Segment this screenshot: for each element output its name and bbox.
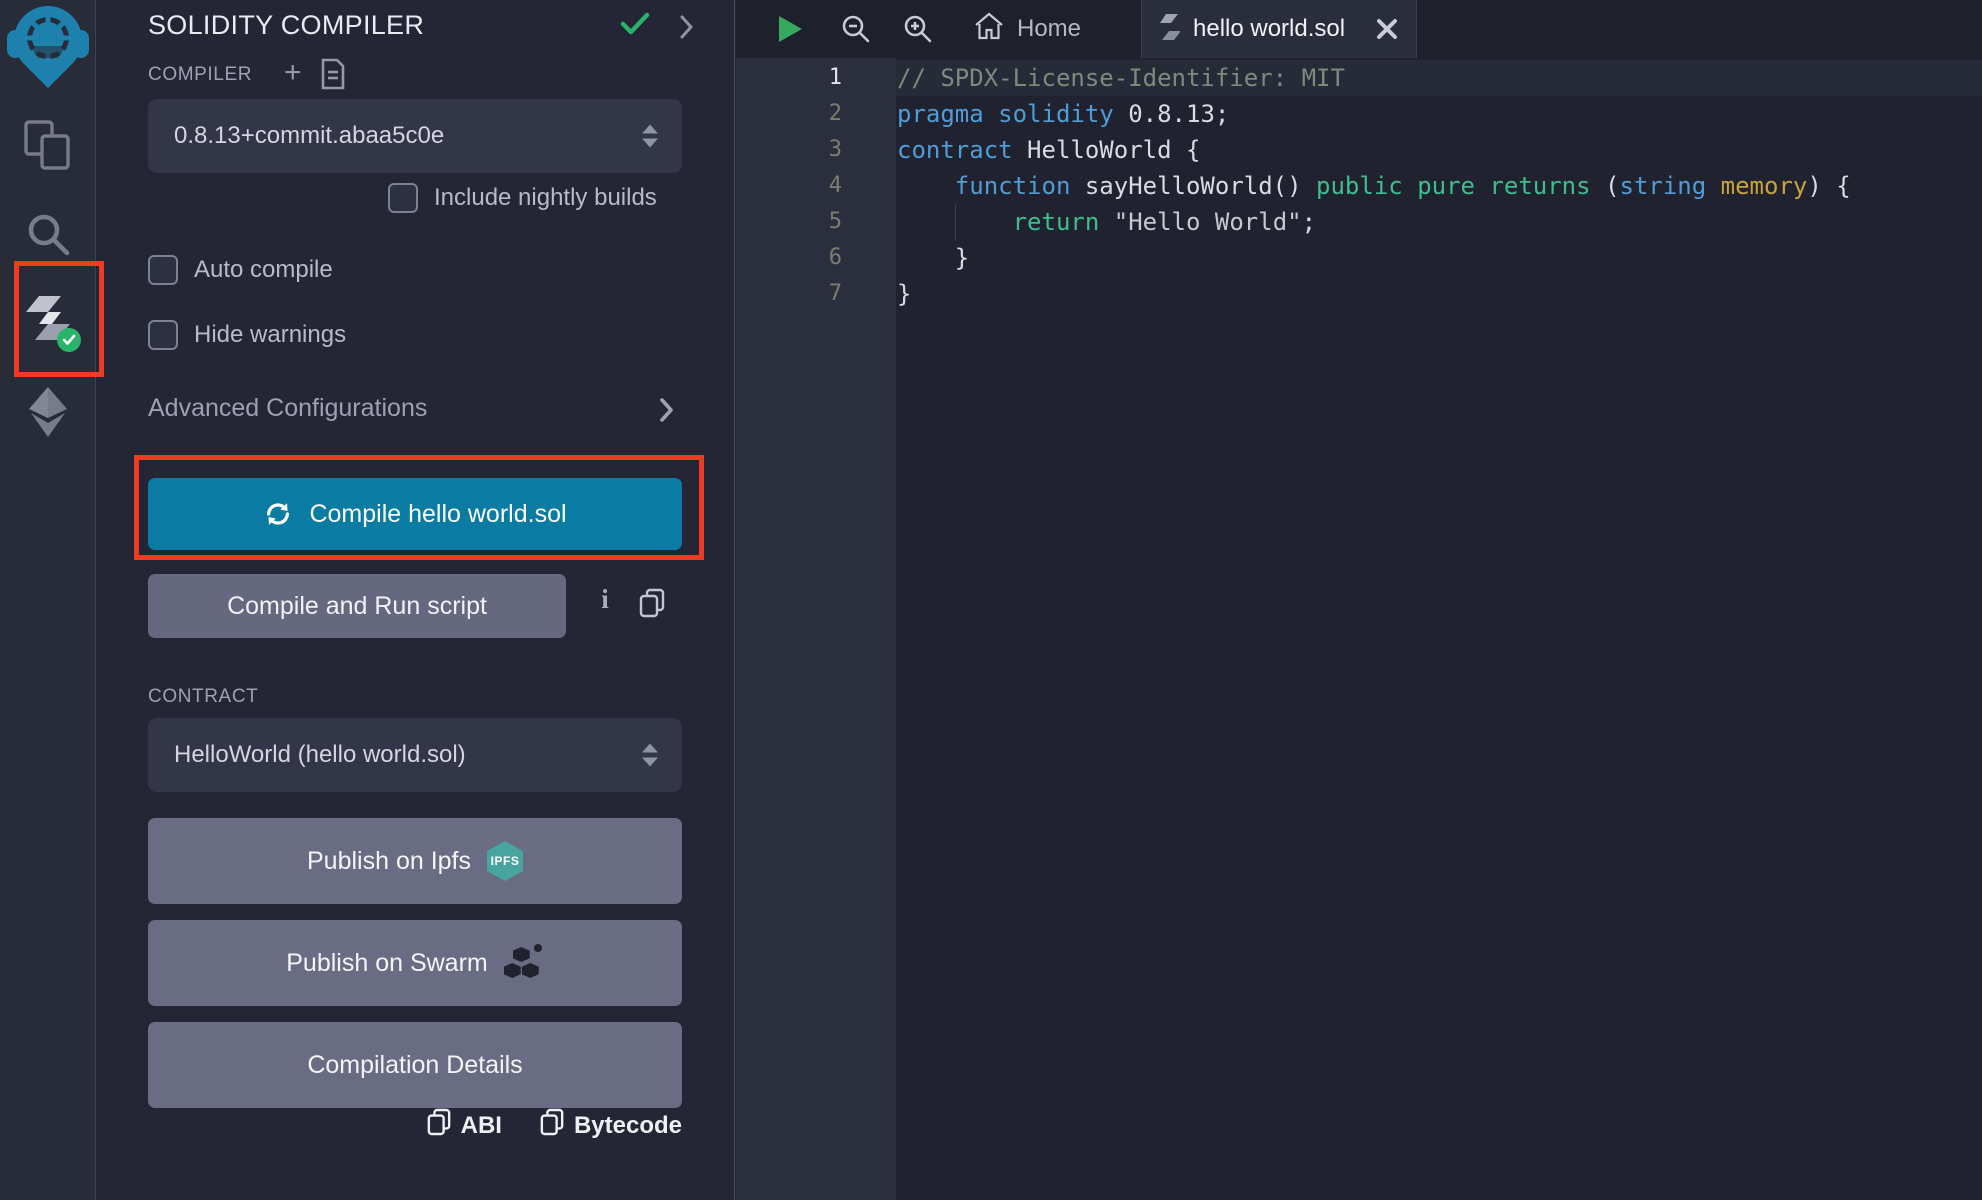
zoom-in-button[interactable] (902, 0, 934, 58)
code-line: 1 // SPDX-License-Identifier: MIT (736, 60, 1982, 96)
hide-warnings-label: Hide warnings (194, 321, 346, 349)
code-editor[interactable]: 1 // SPDX-License-Identifier: MIT 2 pragma … (736, 58, 1982, 1200)
tab-close-icon[interactable] (1376, 18, 1398, 40)
line-number: 4 (736, 168, 842, 204)
compiler-doc-icon[interactable] (320, 58, 346, 95)
compile-success-check-icon (620, 12, 650, 41)
advanced-configurations-toggle[interactable]: Advanced Configurations (148, 394, 682, 423)
code-text: function sayHelloWorld() public pure ret… (897, 168, 1851, 204)
code-line: 4 function sayHelloWorld() public pure r… (736, 168, 1982, 204)
compiler-version-value: 0.8.13+commit.abaa5c0e (174, 122, 444, 150)
annotation-box-compile-button (134, 455, 704, 560)
compile-and-run-label: Compile and Run script (227, 592, 487, 620)
include-nightly-builds-checkbox-row[interactable]: Include nightly builds (388, 183, 657, 213)
sidebar-item-search[interactable] (0, 206, 95, 266)
line-number: 5 (736, 204, 842, 240)
hide-warnings-checkbox[interactable] (148, 320, 178, 350)
solidity-file-icon (1160, 13, 1180, 46)
editor-area: Home hello world.sol (736, 0, 1982, 1200)
code-line: 6 } (736, 240, 1982, 276)
bytecode-label: Bytecode (574, 1112, 682, 1140)
code-text: } (897, 276, 911, 312)
info-icon[interactable]: i (596, 584, 614, 615)
icon-sidebar (0, 0, 96, 1200)
add-compiler-icon[interactable]: + (284, 58, 302, 88)
code-text: } (897, 240, 969, 276)
code-text: pragma solidity 0.8.13; (897, 96, 1229, 132)
sidebar-item-deploy-run[interactable] (0, 384, 95, 444)
publish-swarm-button[interactable]: Publish on Swarm (148, 920, 682, 1006)
auto-compile-checkbox-row[interactable]: Auto compile (148, 255, 333, 285)
editor-tabbar: Home hello world.sol (736, 0, 1982, 58)
remix-ide-window: SOLIDITY COMPILER COMPILER + 0.8.13+comm… (0, 0, 1982, 1200)
copy-artifacts-row: ABI Bytecode (148, 1108, 682, 1143)
code-line: 2 pragma solidity 0.8.13; (736, 96, 1982, 132)
code-line: 7} (736, 276, 1982, 312)
advanced-configurations-label: Advanced Configurations (148, 394, 427, 422)
compile-and-run-button[interactable]: Compile and Run script (148, 574, 566, 638)
compiler-version-select[interactable]: 0.8.13+commit.abaa5c0e (148, 99, 682, 173)
copy-abi-button[interactable]: ABI (427, 1108, 502, 1143)
contract-select-value: HelloWorld (hello world.sol) (174, 741, 466, 769)
copy-bytecode-button[interactable]: Bytecode (540, 1108, 682, 1143)
panel-collapse-chevron-icon[interactable] (680, 15, 694, 44)
hide-warnings-checkbox-row[interactable]: Hide warnings (148, 320, 346, 350)
line-number: 3 (736, 132, 842, 168)
search-icon (23, 209, 73, 264)
files-icon (23, 119, 73, 178)
compilation-details-label: Compilation Details (307, 1051, 522, 1080)
line-number: 1 (736, 60, 842, 96)
auto-compile-checkbox[interactable] (148, 255, 178, 285)
publish-swarm-label: Publish on Swarm (286, 949, 487, 978)
abi-label: ABI (461, 1112, 502, 1140)
compilation-details-button[interactable]: Compilation Details (148, 1022, 682, 1108)
copy-script-icon[interactable] (639, 588, 665, 623)
ipfs-icon: IPFS (487, 841, 523, 881)
contract-select[interactable]: HelloWorld (hello world.sol) (148, 718, 682, 792)
auto-compile-label: Auto compile (194, 256, 333, 284)
copy-icon (427, 1108, 451, 1143)
code-text: // SPDX-License-Identifier: MIT (897, 60, 1345, 96)
advanced-expand-chevron-icon (659, 397, 674, 428)
line-number: 2 (736, 96, 842, 132)
tab-home[interactable]: Home (962, 0, 1093, 58)
copy-icon (540, 1108, 564, 1143)
compiler-section-label: COMPILER (148, 64, 252, 86)
select-arrows-icon (642, 744, 658, 767)
tab-file-label: hello world.sol (1193, 15, 1345, 43)
contract-section-label: CONTRACT (148, 686, 258, 708)
select-arrows-icon (642, 125, 658, 148)
code-line: 3 contract HelloWorld { (736, 132, 1982, 168)
line-number: 7 (736, 276, 842, 312)
nightly-builds-label: Include nightly builds (434, 184, 657, 212)
sidebar-item-file-explorer[interactable] (0, 118, 95, 178)
remix-logo-icon (7, 2, 89, 88)
solidity-compiler-panel: SOLIDITY COMPILER COMPILER + 0.8.13+comm… (96, 0, 735, 1200)
annotation-box-compiler-icon (14, 261, 104, 377)
line-number: 6 (736, 240, 842, 276)
publish-ipfs-label: Publish on Ipfs (307, 847, 471, 876)
publish-ipfs-button[interactable]: Publish on Ipfs IPFS (148, 818, 682, 904)
code-lines: 1 // SPDX-License-Identifier: MIT 2 pragma … (736, 60, 1982, 312)
code-line: 5 return "Hello World"; (736, 204, 1982, 240)
ethereum-icon (25, 386, 71, 443)
code-text: contract HelloWorld { (897, 132, 1200, 168)
nightly-builds-checkbox[interactable] (388, 183, 418, 213)
panel-title: SOLIDITY COMPILER (148, 10, 424, 41)
code-text: return "Hello World"; (897, 204, 1316, 240)
run-script-play-button[interactable] (776, 0, 804, 58)
swarm-icon (504, 944, 544, 982)
tab-hello-world-sol[interactable]: hello world.sol (1141, 0, 1417, 58)
home-icon (974, 12, 1004, 47)
tab-home-label: Home (1017, 15, 1081, 43)
zoom-out-button[interactable] (840, 0, 872, 58)
